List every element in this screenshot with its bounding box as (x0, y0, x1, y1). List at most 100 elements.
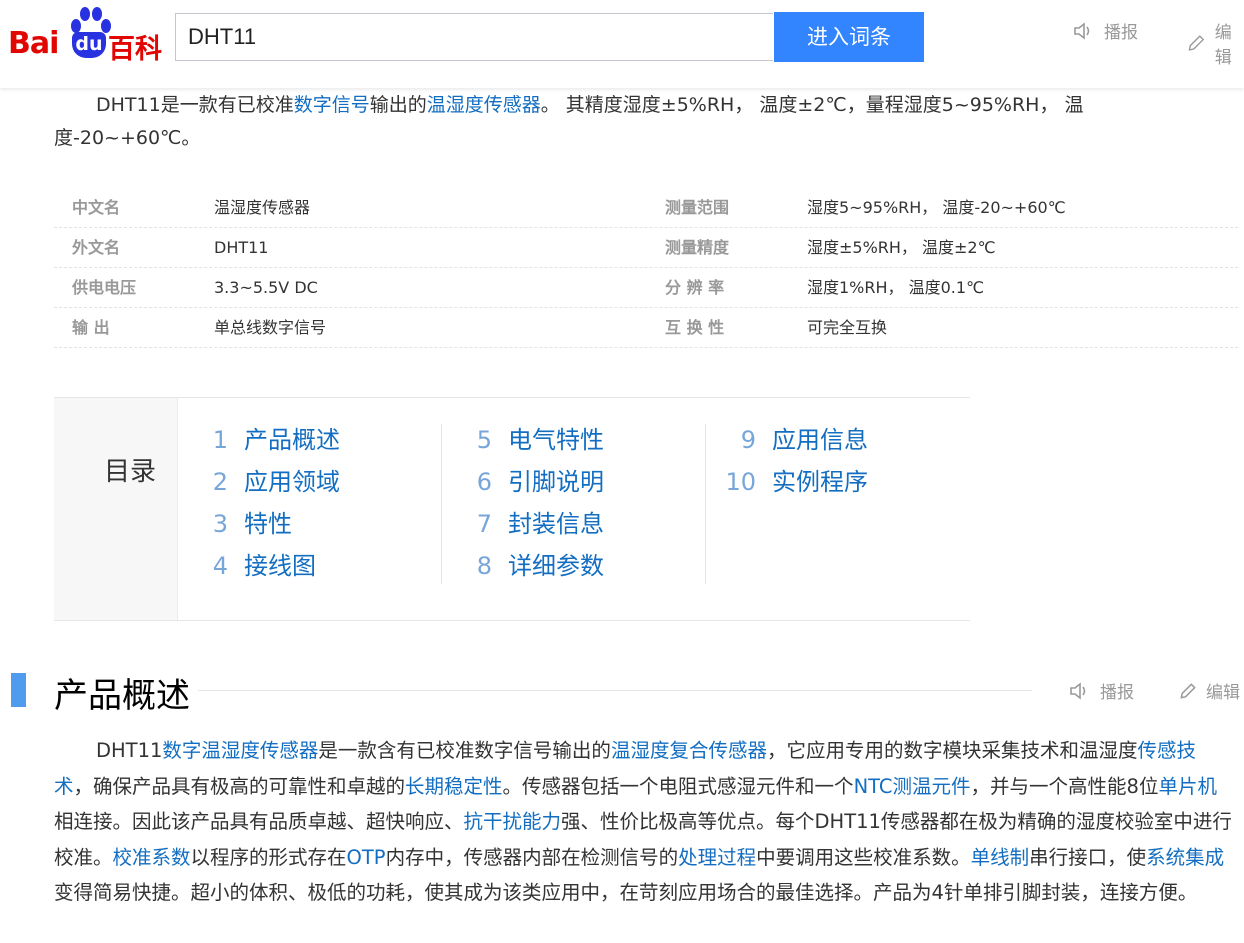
link-long-term-stability[interactable]: 长期稳定性 (405, 775, 503, 798)
section-edit-button[interactable]: 编辑 (1178, 678, 1240, 703)
section-broadcast-button[interactable]: 播报 (1068, 678, 1134, 703)
catalog-item-number: 10 (725, 468, 756, 496)
link-processing[interactable]: 处理过程 (678, 846, 756, 869)
baidu-baike-logo[interactable]: Bai du 百科 (8, 6, 164, 65)
info-key: 供电电压 (72, 278, 137, 297)
link-system-integration[interactable]: 系统集成 (1146, 846, 1224, 869)
info-key: 输 出 (72, 318, 110, 337)
info-value: DHT11 (214, 238, 269, 257)
catalog-item[interactable]: 9 应用信息 (722, 420, 942, 462)
logo-baike-text: 百科 (108, 34, 162, 65)
section-paragraph: DHT11数字温湿度传感器是一款含有已校准数字信号输出的温湿度复合传感器，它应用… (54, 733, 1234, 911)
speaker-icon (1074, 21, 1090, 40)
edit-label: 编辑 (1214, 23, 1232, 68)
info-value: 湿度1%RH， 温度0.1℃ (807, 278, 985, 297)
pencil-icon (1180, 682, 1196, 699)
link-temp-humidity-sensor[interactable]: 温湿度传感器 (427, 94, 541, 116)
catalog-item-label: 引脚说明 (508, 468, 604, 496)
broadcast-label: 播报 (1100, 683, 1134, 703)
speaker-icon (1070, 681, 1086, 700)
info-key: 互 换 性 (665, 318, 725, 337)
catalog-item[interactable]: 5 电气特性 (458, 420, 678, 462)
info-row: 输 出 单总线数字信号 互 换 性 可完全互换 (54, 308, 1238, 348)
catalog-item-number: 3 (212, 510, 228, 538)
info-row: 中文名 温湿度传感器 测量范围 湿度5~95%RH， 温度-20~+60℃ (54, 188, 1238, 228)
catalog-item-label: 电气特性 (508, 426, 604, 454)
body-text: 。传感器包括一个电阻式感湿元件和一个 (502, 774, 854, 798)
catalog-item[interactable]: 7 封装信息 (458, 504, 678, 546)
body-text: 以程序的形式存在 (190, 845, 347, 869)
broadcast-button[interactable]: 播报 (1072, 18, 1138, 43)
body-text: ，并与一个高性能8位 (970, 774, 1159, 798)
catalog-item-label: 应用领域 (244, 468, 340, 496)
intro-text-1: DHT11是一款有已校准 (96, 94, 294, 116)
section-divider (198, 690, 1032, 691)
link-microcontroller[interactable]: 单片机 (1158, 775, 1217, 798)
body-text: 中要调用这些校准系数。 (756, 845, 971, 869)
section-accent-bar (11, 673, 26, 707)
search-input[interactable]: DHT11 (175, 13, 773, 61)
pencil-icon (1188, 35, 1205, 51)
link-otp[interactable]: OTP (347, 846, 386, 869)
edit-label: 编辑 (1206, 683, 1240, 703)
section-title: 产品概述 (54, 676, 190, 716)
intro-text-2: 输出的 (369, 94, 427, 116)
catalog-column-3: 9 应用信息 10 实例程序 (722, 420, 942, 504)
enter-entry-button[interactable]: 进入词条 (774, 12, 924, 62)
catalog-item-number: 8 (476, 552, 492, 580)
catalog-item-label: 接线图 (244, 552, 316, 580)
info-value: 可完全互换 (807, 318, 888, 337)
info-key: 分 辨 率 (665, 278, 725, 297)
catalog-item[interactable]: 1 产品概述 (194, 420, 414, 462)
logo-bai-text: Bai (8, 26, 59, 61)
info-value: 湿度5~95%RH， 温度-20~+60℃ (807, 198, 1066, 217)
body-text: ，确保产品具有极高的可靠性和卓越的 (73, 774, 406, 798)
catalog-item[interactable]: 8 详细参数 (458, 546, 678, 588)
link-temp-humidity-composite-sensor[interactable]: 温湿度复合传感器 (611, 739, 767, 762)
info-key: 外文名 (72, 238, 121, 257)
body-text: ，它应用专用的数字模块采集技术和温湿度 (766, 739, 1138, 762)
catalog-item[interactable]: 10 实例程序 (722, 462, 942, 504)
catalog-item-number: 5 (476, 426, 492, 454)
edit-button[interactable]: 编辑 (1186, 18, 1244, 68)
info-value: 温湿度传感器 (214, 198, 311, 217)
info-value: 3.3~5.5V DC (214, 278, 318, 297)
catalog-item-number: 9 (740, 426, 756, 454)
info-key: 测量精度 (665, 238, 730, 257)
catalog-column-1: 1 产品概述 2 应用领域 3 特性 4 接线图 (194, 420, 414, 588)
body-text: 内存中，传感器内部在检测信号的 (385, 845, 679, 869)
catalog: 目录 1 产品概述 2 应用领域 3 特性 4 接线图 5 电气特性 6 引脚说明 7 封装信… (54, 397, 970, 621)
link-calibration-coefficient[interactable]: 校准系数 (113, 846, 191, 869)
catalog-item[interactable]: 4 接线图 (194, 546, 414, 588)
catalog-divider (705, 424, 706, 584)
body-text: 串行接口，使 (1029, 845, 1147, 869)
catalog-item-label: 详细参数 (508, 552, 604, 580)
link-digital-temp-humidity-sensor[interactable]: 数字温湿度传感器 (162, 739, 318, 762)
lemma-summary: DHT11是一款有已校准数字信号输出的温湿度传感器。 其精度湿度±5%RH， 温… (54, 89, 1214, 155)
catalog-item-label: 实例程序 (772, 468, 868, 496)
catalog-item-label: 封装信息 (508, 510, 604, 538)
info-row: 外文名 DHT11 测量精度 湿度±5%RH， 温度±2℃ (54, 228, 1238, 268)
catalog-item-number: 4 (212, 552, 228, 580)
basic-info-table: 中文名 温湿度传感器 测量范围 湿度5~95%RH， 温度-20~+60℃ 外文… (54, 188, 1238, 348)
catalog-divider (441, 424, 442, 584)
link-anti-interference[interactable]: 抗干扰能力 (464, 810, 562, 833)
info-row: 供电电压 3.3~5.5V DC 分 辨 率 湿度1%RH， 温度0.1℃ (54, 268, 1238, 308)
body-text: 相连接。因此该产品具有品质卓越、超快响应、 (54, 810, 464, 833)
link-digital-signal[interactable]: 数字信号 (294, 94, 370, 116)
info-value: 单总线数字信号 (214, 318, 327, 337)
catalog-item[interactable]: 2 应用领域 (194, 462, 414, 504)
catalog-header: 目录 (54, 398, 178, 620)
catalog-item-label: 产品概述 (244, 426, 340, 454)
catalog-item[interactable]: 6 引脚说明 (458, 462, 678, 504)
catalog-item-label: 特性 (244, 510, 292, 538)
info-key: 测量范围 (665, 198, 730, 217)
catalog-item-number: 1 (212, 426, 228, 454)
catalog-title: 目录 (104, 457, 157, 487)
catalog-item[interactable]: 3 特性 (194, 504, 414, 546)
link-ntc-element[interactable]: NTC测温元件 (854, 775, 971, 798)
body-text: DHT11 (96, 739, 163, 762)
broadcast-label: 播报 (1104, 23, 1138, 43)
body-text: 变得简易快捷。超小的体积、极低的功耗，使其成为该类应用中，在苛刻应用场合的最佳选… (54, 881, 1198, 904)
link-single-wire[interactable]: 单线制 (971, 846, 1030, 869)
